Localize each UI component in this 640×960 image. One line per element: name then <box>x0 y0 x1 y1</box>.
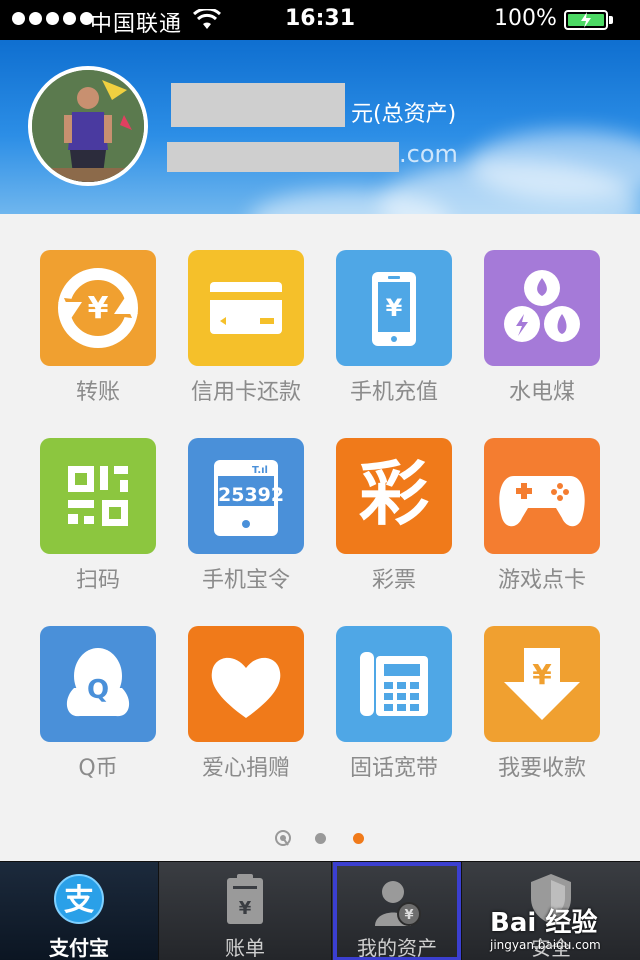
total-assets-label: 元(总资产) <box>351 102 457 127</box>
svg-text:T.ıl: T.ıl <box>252 465 268 476</box>
qr-code-tile[interactable] <box>40 438 156 554</box>
service-label: 转账 <box>75 380 120 405</box>
service-game-card[interactable]: 游戏点卡 <box>468 438 616 594</box>
service-label: 爱心捐赠 <box>201 756 290 781</box>
service-label: 信用卡还款 <box>190 380 301 405</box>
qq-coin-icon: Q <box>66 648 130 717</box>
transfer-tile[interactable]: ¥ <box>40 250 156 366</box>
service-qq-coin[interactable]: Q Q币 <box>24 626 172 782</box>
credit-card-icon <box>210 282 282 334</box>
page-dot[interactable] <box>353 833 364 844</box>
total-assets-masked <box>171 83 345 127</box>
service-receive-money[interactable]: ¥ 我要收款 <box>468 626 616 782</box>
watermark-main: Bai 经验 <box>490 908 598 938</box>
tab-label: 支付宝 <box>49 936 109 960</box>
landline-tile[interactable] <box>336 626 452 742</box>
account-email-masked <box>167 142 399 172</box>
service-label: 彩票 <box>371 568 416 593</box>
utilities-tile[interactable] <box>484 250 600 366</box>
gamepad-icon <box>499 476 585 527</box>
service-label: 固话宽带 <box>349 756 438 781</box>
service-label: Q币 <box>78 756 118 781</box>
service-label: 扫码 <box>75 568 120 593</box>
lottery-tile[interactable]: 彩 <box>336 438 452 554</box>
page-indicator <box>0 828 640 848</box>
service-label: 手机宝令 <box>201 568 290 593</box>
svg-text:¥: ¥ <box>532 658 552 691</box>
heart-icon <box>211 657 281 718</box>
account-email-suffix: .com <box>399 140 458 168</box>
tab-bill[interactable]: ¥ 账单 <box>159 862 331 960</box>
service-scan[interactable]: 扫码 <box>24 438 172 594</box>
avatar[interactable] <box>28 66 148 186</box>
status-bar: 中国联通 16:31 100% <box>0 0 640 40</box>
receive-money-tile[interactable]: ¥ <box>484 626 600 742</box>
tab-my-assets[interactable]: ¥ 我的资产 <box>333 862 461 960</box>
service-label: 手机充值 <box>349 380 438 405</box>
tab-label: 账单 <box>225 936 265 960</box>
account-header: 元(总资产) .com <box>0 40 640 214</box>
svg-text:支: 支 <box>64 883 94 918</box>
service-lottery[interactable]: 彩 彩票 <box>320 438 468 594</box>
watermark-url: jingyan.baidu.com <box>490 938 601 952</box>
service-landline[interactable]: 固话宽带 <box>320 626 468 782</box>
svg-text:¥: ¥ <box>404 908 413 923</box>
svg-text:¥: ¥ <box>239 898 252 919</box>
token-code: 25392 <box>218 484 285 506</box>
service-label: 游戏点卡 <box>497 568 586 593</box>
tab-alipay[interactable]: 支 支付宝 <box>0 862 158 960</box>
phone-recharge-tile[interactable]: ¥ <box>336 250 452 366</box>
landline-icon <box>360 652 428 716</box>
service-label: 水电煤 <box>508 380 575 405</box>
token-tile[interactable]: T.ıl 25392 <box>188 438 304 554</box>
bill-icon: ¥ <box>227 874 263 924</box>
alipay-icon: 支 <box>54 874 104 924</box>
credit-card-tile[interactable] <box>188 250 304 366</box>
charging-icon <box>581 12 591 28</box>
page-dot[interactable] <box>315 833 326 844</box>
service-utilities[interactable]: 水电煤 <box>468 250 616 406</box>
service-label: 我要收款 <box>497 756 586 781</box>
service-credit-card[interactable]: 信用卡还款 <box>172 250 320 406</box>
service-phone-recharge[interactable]: ¥ 手机充值 <box>320 250 468 406</box>
receive-money-icon: ¥ <box>504 648 580 720</box>
heart-tile[interactable] <box>188 626 304 742</box>
utilities-icon <box>504 270 580 342</box>
service-transfer[interactable]: ¥ 转账 <box>24 250 172 406</box>
my-assets-icon: ¥ <box>375 881 421 926</box>
phone-recharge-icon: ¥ <box>372 272 416 346</box>
svg-text:Q: Q <box>87 675 109 705</box>
gamepad-tile[interactable] <box>484 438 600 554</box>
transfer-icon: ¥ <box>58 268 138 348</box>
qq-coin-tile[interactable]: Q <box>40 626 156 742</box>
battery-percent: 100% <box>494 6 557 31</box>
tab-label: 我的资产 <box>357 936 437 960</box>
svg-text:¥: ¥ <box>386 294 403 322</box>
lottery-icon: 彩 <box>359 453 429 535</box>
baidu-watermark: Bai 经验 jingyan.baidu.com <box>488 902 638 956</box>
service-donation[interactable]: 爱心捐赠 <box>172 626 320 782</box>
svg-text:¥: ¥ <box>88 291 109 326</box>
scan-page-icon[interactable] <box>274 829 292 847</box>
qr-code-icon <box>68 466 128 526</box>
service-token[interactable]: T.ıl 25392 手机宝令 <box>172 438 320 594</box>
